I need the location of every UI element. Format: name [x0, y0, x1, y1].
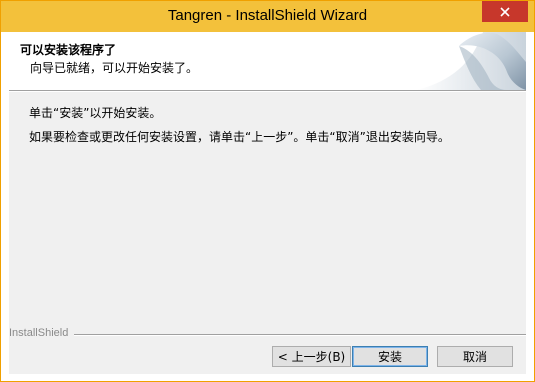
installer-page-curl-icon	[416, 32, 526, 90]
close-button[interactable]	[482, 1, 528, 22]
wizard-header: 可以安装该程序了 向导已就绪，可以开始安装了。	[9, 32, 526, 90]
installer-window: Tangren - InstallShield Wizard 可以安装该程序了 …	[0, 0, 535, 382]
wizard-content: 单击“安装”以开始安装。 如果要检查或更改任何安装设置，请单击“上一步”。单击“…	[9, 92, 526, 374]
back-button[interactable]: < 上一步(B)	[272, 346, 351, 367]
window-title: Tangren - InstallShield Wizard	[167, 7, 368, 24]
cancel-button[interactable]: 取消	[437, 346, 513, 367]
title-bar[interactable]: Tangren - InstallShield Wizard	[1, 1, 534, 32]
footer-divider	[9, 334, 526, 336]
header-title: 可以安装该程序了	[20, 43, 117, 57]
header-subtitle: 向导已就绪，可以开始安装了。	[30, 61, 199, 75]
instruction-text: 单击“安装”以开始安装。	[29, 106, 162, 120]
instruction-detail-text: 如果要检查或更改任何安装设置，请单击“上一步”。单击“取消”退出安装向导。	[29, 130, 450, 144]
installshield-brand: InstallShield	[9, 327, 75, 339]
install-button[interactable]: 安装	[352, 346, 428, 367]
installshield-divider: InstallShield	[9, 327, 526, 341]
close-icon	[500, 6, 510, 17]
